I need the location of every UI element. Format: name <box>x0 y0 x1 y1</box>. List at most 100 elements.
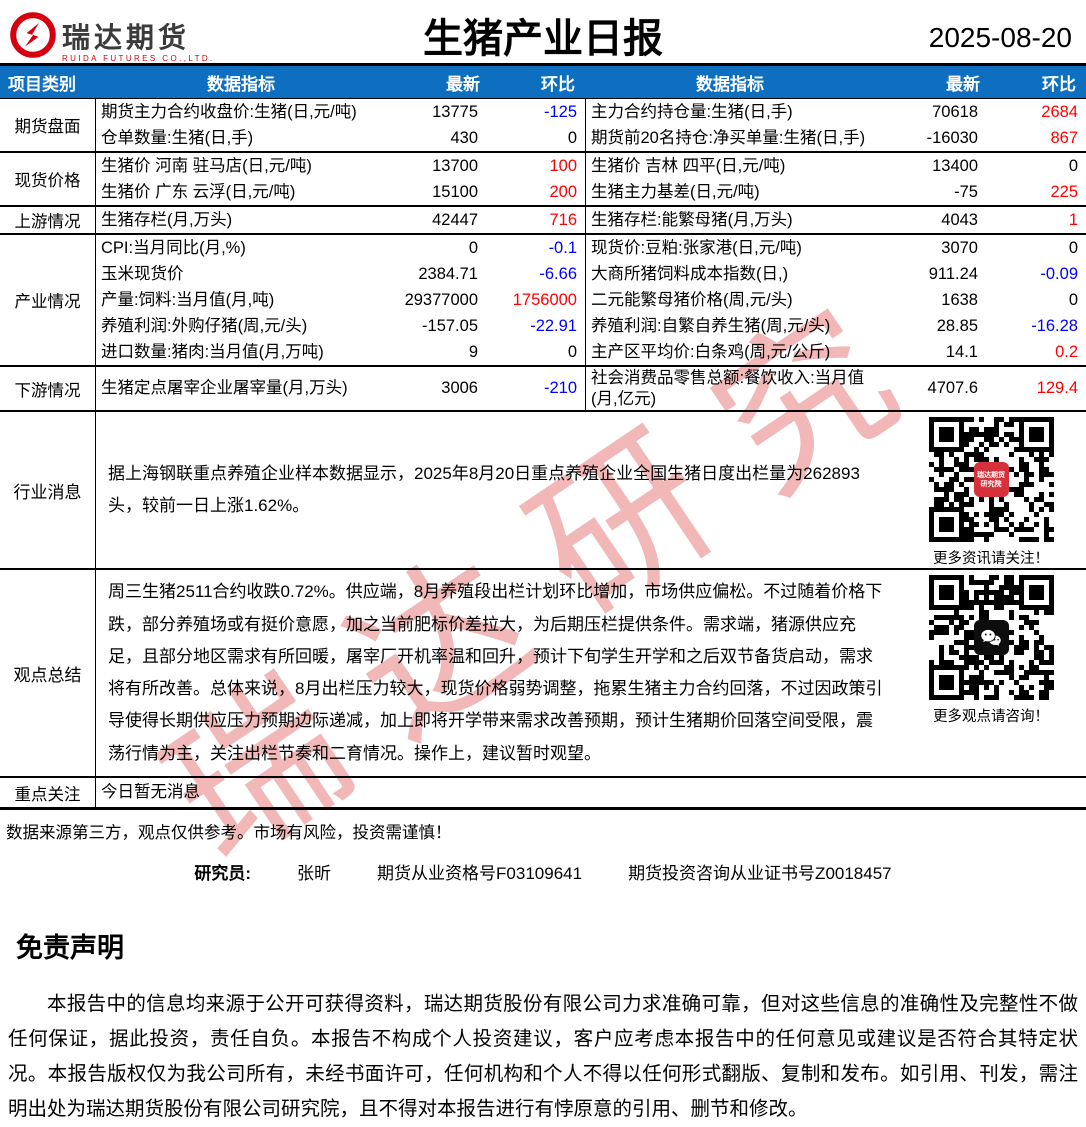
qr-center-brand-badge: 瑞达期货 研究院 <box>973 462 1009 498</box>
table-header-row: 项目类别 数据指标 最新 环比 数据指标 最新 环比 <box>0 66 1086 99</box>
viewpoint-summary-text: 周三生猪2511合约收跌0.72%。供应端，8月养殖段出栏计划环比增加，市场供应… <box>95 570 896 777</box>
indicator-name: 生猪存栏:能繁母猪(月,万头) <box>585 207 875 233</box>
category-label: 现货价格 <box>14 172 81 190</box>
table-section: 产业情况 CPI:当月同比(月,%) 0 -0.1 现货价:豆粕:张家港(日,元/吨) 3… <box>0 233 1086 365</box>
latest-value: 4043 <box>941 210 978 229</box>
latest-value: 3070 <box>941 238 978 257</box>
indicator-name: 社会消费品零售总额:餐饮收入:当月值(月,亿元) <box>585 367 875 411</box>
latest-value: 13400 <box>932 156 978 175</box>
disclaimer-heading: 免责声明 <box>16 933 124 964</box>
indicator-name: 玉米现货价 <box>95 261 387 287</box>
indicator-name: 生猪存栏(月,万头) <box>95 207 387 233</box>
chg-value: -6.66 <box>539 264 577 283</box>
indicator-name: 生猪价 广东 云浮(日,元/吨) <box>95 179 387 205</box>
indicator-name: 现货价:豆粕:张家港(日,元/吨) <box>585 235 875 261</box>
wechat-icon <box>973 620 1009 656</box>
disclaimer-body: 本报告中的信息均来源于公开可获得资料，瑞达期货股份有限公司力求准确可靠，但对这些… <box>8 993 1078 1121</box>
chg-value: 129.4 <box>1036 379 1078 398</box>
indicator-name: 仓单数量:生猪(日,手) <box>95 125 387 151</box>
indicator-name: 生猪价 河南 驻马店(日,元/吨) <box>95 153 387 179</box>
chg-value: 0 <box>1068 156 1078 175</box>
chg-value: 200 <box>549 182 577 201</box>
col-header-chg-left: 环比 <box>541 74 575 94</box>
qr-badge-text-2: 研究院 <box>980 480 1002 488</box>
chg-value: 0.2 <box>1055 342 1078 361</box>
disclaimer-section: 免责声明 本报告中的信息均来源于公开可获得资料，瑞达期货股份有限公司力求准确可靠… <box>0 926 1086 1127</box>
category-label: 重点关注 <box>14 785 81 804</box>
news-qr-caption: 更多资讯请关注！ <box>933 551 1049 568</box>
indicator-name: 生猪定点屠宰企业屠宰量(月,万头) <box>95 367 387 411</box>
indicator-name: 主力合约持仓量:生猪(日,手) <box>585 99 875 125</box>
latest-value: 0 <box>468 238 478 257</box>
page-title: 生猪产业日报 <box>423 17 663 61</box>
col-header-chg-right: 环比 <box>1042 74 1076 94</box>
indicator-name: 产量:饲料:当月值(月,吨) <box>95 287 387 313</box>
table-section: 上游情况 生猪存栏(月,万头) 42447 716 生猪存栏:能繁母猪(月,万头) 404… <box>0 205 1086 233</box>
data-sections: 期货盘面 期货主力合约收盘价:生猪(日,元/吨) 13775 -125 主力合约持仓量:… <box>0 99 1086 411</box>
latest-value: 15100 <box>432 182 478 201</box>
indicator-name: 二元能繁母猪价格(周,元/头) <box>585 287 875 313</box>
indicator-name: 期货前20名持仓:净买单量:生猪(日,手) <box>585 125 875 151</box>
researcher-name: 张昕 <box>297 864 332 884</box>
table-section: 现货价格 生猪价 河南 驻马店(日,元/吨) 13700 100 生猪价 吉林 四平(日… <box>0 151 1086 205</box>
indicator-name: 大商所猪饲料成本指数(日,) <box>585 261 875 287</box>
chg-value: -125 <box>543 102 577 121</box>
latest-value: 2384.71 <box>418 264 478 283</box>
col-header-category: 项目类别 <box>8 74 76 94</box>
latest-value: 29377000 <box>404 290 478 309</box>
report-date: 2025-08-20 <box>928 22 1072 53</box>
indicator-name: 养殖利润:自繁自养生猪(周,元/头) <box>585 313 875 339</box>
qr-badge-text-1: 瑞达期货 <box>977 471 1005 479</box>
researcher-label: 研究员: <box>194 864 252 884</box>
latest-value: 70618 <box>932 102 978 121</box>
industry-news-section: 行业消息 据上海钢联重点养殖企业样本数据显示，2025年8月20日重点养殖企业全… <box>0 410 1086 569</box>
indicator-name: 期货主力合约收盘价:生猪(日,元/吨) <box>95 99 387 125</box>
risk-note: 数据来源第三方，观点仅供参考。市场有风险，投资需谨慎！ <box>6 824 452 843</box>
qr-code-news: 瑞达期货 研究院 <box>928 417 1054 543</box>
table-section: 下游情况 生猪定点屠宰企业屠宰量(月,万头) 3006 -210 社会消费品零售总额:餐… <box>0 365 1086 411</box>
chg-value: 1 <box>1068 210 1078 229</box>
views-qr-caption: 更多观点请咨询！ <box>933 709 1049 726</box>
chg-value: 0 <box>567 128 577 147</box>
chg-value: 100 <box>549 156 577 175</box>
indicator-name: 生猪主力基差(日,元/吨) <box>585 179 875 205</box>
col-header-latest-left: 最新 <box>446 74 480 94</box>
category-label: 行业消息 <box>13 482 82 502</box>
category-label: 观点总结 <box>13 665 82 685</box>
chg-value: -16.28 <box>1031 316 1078 335</box>
chg-value: 225 <box>1050 182 1078 201</box>
chg-value: -22.91 <box>530 316 577 335</box>
category-label: 下游情况 <box>14 381 81 400</box>
chg-value: 0 <box>1068 238 1078 257</box>
latest-value: 3006 <box>441 379 478 398</box>
industry-news-text: 据上海钢联重点养殖企业样本数据显示，2025年8月20日重点养殖企业全国生猪日度… <box>95 412 896 569</box>
latest-value: 1638 <box>941 290 978 309</box>
researcher-qualification-2: 期货投资咨询从业证书号Z0018457 <box>628 864 892 884</box>
latest-value: 13700 <box>432 156 478 175</box>
report-page: 瑞达研究 瑞达期货 RUIDA FUTURES CO.,LTD. 生猪产业日报 … <box>0 0 1086 1120</box>
chg-value: 867 <box>1050 128 1078 147</box>
researcher-line: 研究员: 张昕 期货从业资格号F03109641 期货投资咨询从业证书号Z001… <box>0 859 1086 884</box>
category-label: 产业情况 <box>14 293 81 311</box>
indicator-name: 进口数量:猪肉:当月值(月,万吨) <box>95 339 387 365</box>
col-header-indicator-left: 数据指标 <box>207 74 275 94</box>
table-section: 期货盘面 期货主力合约收盘价:生猪(日,元/吨) 13775 -125 主力合约持仓量:… <box>0 99 1086 151</box>
chg-value: 0 <box>1068 290 1078 309</box>
researcher-qualification-1: 期货从业资格号F03109641 <box>377 864 583 884</box>
latest-value: 911.24 <box>928 264 978 283</box>
latest-value: 28.85 <box>936 316 978 335</box>
col-header-latest-right: 最新 <box>946 74 980 94</box>
chg-value: -210 <box>543 379 577 398</box>
indicator-name: 养殖利润:外购仔猪(周,元/头) <box>95 313 387 339</box>
views-qr-block: 更多观点请咨询！ <box>896 570 1086 776</box>
latest-value: -75 <box>954 182 978 201</box>
latest-value: 430 <box>450 128 478 147</box>
key-focus-text: 今日暂无消息 <box>95 778 1086 808</box>
report-header: 瑞达期货 RUIDA FUTURES CO.,LTD. 生猪产业日报 2025-… <box>0 0 1086 63</box>
chg-value: 0 <box>567 342 577 361</box>
latest-value: 14.1 <box>945 342 978 361</box>
chg-value: -0.1 <box>548 238 577 257</box>
latest-value: 13775 <box>432 102 478 121</box>
indicator-name: 生猪价 吉林 四平(日,元/吨) <box>585 153 875 179</box>
latest-value: 4707.6 <box>927 379 978 398</box>
